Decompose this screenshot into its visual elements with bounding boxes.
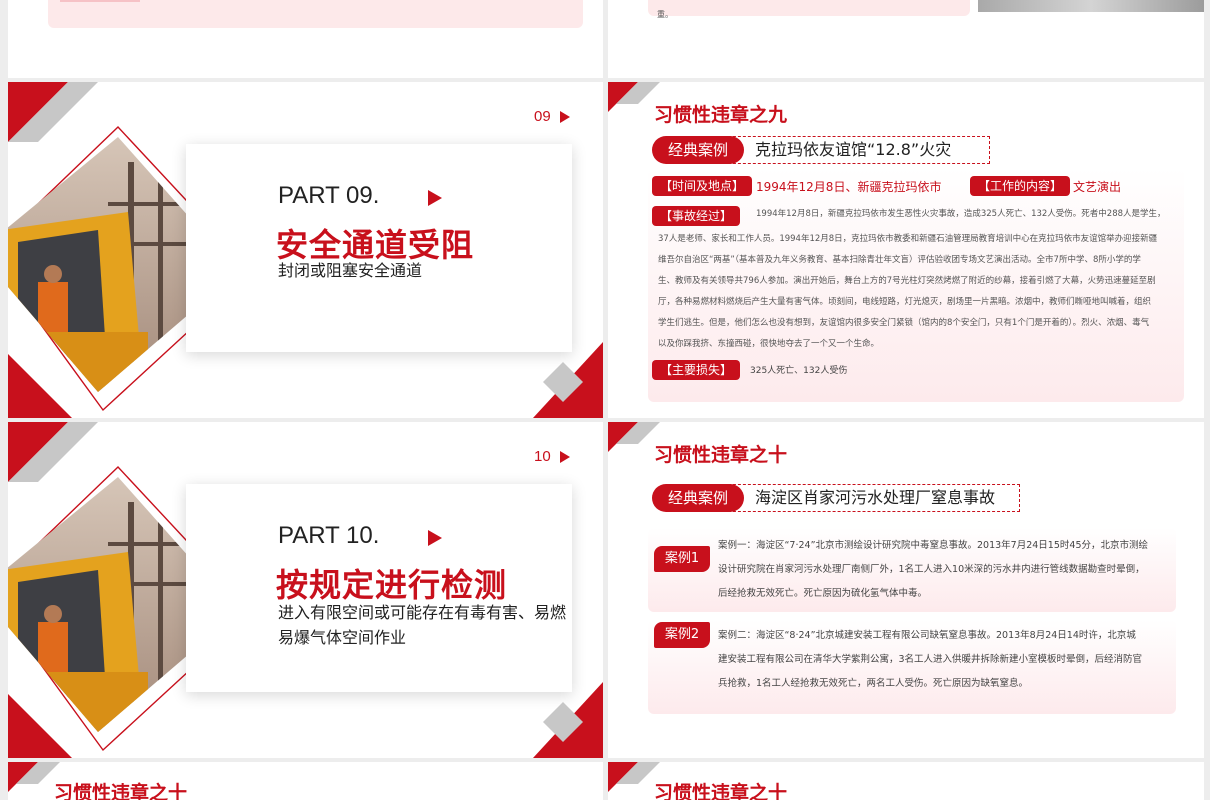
slide-partial-bottom-left[interactable]: 习惯性违章之十 [8,762,603,800]
content-panel [648,0,970,16]
page-number: 09 [534,108,551,125]
case-2-line: 兵抢救，1名工人经抢救无效死亡，两名工人受伤。死亡原因为缺氧窒息。 [718,678,1029,689]
corner-decoration-bottom-right [533,342,603,418]
slide-title: 习惯性违章之九 [654,104,788,126]
work-content-value: 文艺演出 [1073,180,1122,194]
corner-triangle-bottom-left [8,694,72,758]
slide-partial-top-left[interactable] [8,0,603,78]
slide-title: 习惯性违章之十 [654,782,788,800]
case-name-box: 海淀区肖家河污水处理厂窒息事故 [708,484,1020,512]
corner-triangle-bottom-left [8,354,72,418]
tag-accident-process: 【事故经过】 [652,206,741,226]
process-line: 学生们逃生。但是，他们怎么也没有想到，友谊馆内很多安全门紧锁（馆内的8个安全门，… [658,318,1150,328]
tag-main-loss: 【主要损失】 [652,360,741,380]
content-panel [48,0,583,28]
slide-title: 习惯性违章之十 [654,444,788,466]
case-1-label: 案例1 [654,546,710,572]
divider [60,0,140,2]
play-arrow-icon [560,451,570,463]
classic-case-pill: 经典案例 [652,136,744,164]
slide-habitual-violation-9[interactable]: 习惯性违章之九 克拉玛依友谊馆“12.8”火灾 经典案例 【时间及地点】 199… [608,82,1204,418]
case-2-line: 案例二：海淀区“8·24”北京城建安装工程有限公司缺氧窒息事故。2013年8月2… [718,630,1136,641]
process-line: 以及你踩我挤、东撞西碰，很快地夺去了一个又一个生命。 [658,339,880,349]
slide-part-10[interactable]: 10 PART 10. 按规定进行检测 进入有限空间或可能存在有毒有害、易燃易爆… [8,422,603,758]
page-number: 10 [534,448,551,465]
photo-image [978,0,1204,12]
slide-partial-top-right[interactable]: 重。 [608,0,1204,78]
section-subtitle: 封闭或阻塞安全通道 [278,261,423,280]
process-line: 生、教师及有关领导共796人参加。演出开始后，舞台上方的7号光柱灯突然烤燃了附近… [658,276,1156,286]
case-2-line: 建安装工程有限公司在清华大学紫荆公寓，3名工人进入供暖井拆除新建小室模板时晕倒，… [718,654,1143,665]
play-arrow-icon [428,530,442,546]
slide-habitual-violation-10[interactable]: 习惯性违章之十 海淀区肖家河污水处理厂窒息事故 经典案例 案例1 案例一：海淀区… [608,422,1204,758]
corner-decoration-bottom-right [533,682,603,758]
play-arrow-icon [428,190,442,206]
process-line: 1994年12月8日，新疆克拉玛依市发生恶性火灾事故，造成325人死亡、132人… [756,209,1166,219]
process-line: 37人是老师、家长和工作人员。1994年12月8日，克拉玛依市教委和新疆石油管理… [658,234,1158,244]
part-label: PART 10. [278,522,380,549]
slide-title: 习惯性违章之十 [54,782,188,800]
section-subtitle: 进入有限空间或可能存在有毒有害、易燃易爆气体空间作业 [278,603,567,647]
slide-partial-bottom-right[interactable]: 习惯性违章之十 [608,762,1204,800]
case-2-label: 案例2 [654,622,710,648]
slide-grid: 重。 09 PART 09. 安全通道受阻 封闭或阻塞安全通道 10 PART … [0,0,1210,800]
panel-text: 重。 [657,10,673,19]
main-loss-value: 325人死亡、132人受伤 [750,366,848,376]
case-1-line: 案例一：海淀区“7·24”北京市测绘设计研究院中毒窒息事故。2013年7月24日… [718,540,1148,551]
slide-part-09[interactable]: 09 PART 09. 安全通道受阻 封闭或阻塞安全通道 [8,82,603,418]
process-line: 维吾尔自治区“两基”（基本普及九年义务教育、基本扫除青壮年文盲）评估验收团专场文… [658,255,1141,265]
classic-case-pill: 经典案例 [652,484,744,512]
play-arrow-icon [560,111,570,123]
case-name-box: 克拉玛依友谊馆“12.8”火灾 [708,136,990,164]
time-place-value: 1994年12月8日、新疆克拉玛依市 [756,180,942,194]
case-1-line: 设计研究院在肖家河污水处理厂南侧厂外，1名工人进入10米深的污水井内进行管线数据… [718,564,1145,575]
part-label: PART 09. [278,182,380,209]
case-1-line: 后经抢救无效死亡。死亡原因为硫化氢气体中毒。 [718,588,928,599]
tag-work-content: 【工作的内容】 [970,176,1071,196]
process-line: 厅，各种易燃材料燃烧后产生大量有害气体。顷刻间，电线短路，灯光熄灭，剧场里一片黑… [658,297,1152,307]
tag-time-place: 【时间及地点】 [652,176,753,196]
